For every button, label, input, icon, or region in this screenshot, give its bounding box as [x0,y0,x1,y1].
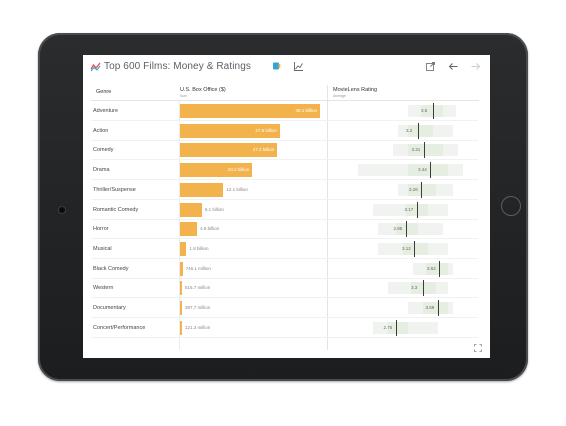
rating-value-label: 3.2 [406,127,413,133]
box-office-value-label: 27.2 billion [252,147,275,153]
rating-value-label: 3.31 [411,147,421,153]
rating-value-label: 3.44 [418,167,427,173]
rating-value-label: 2.95 [393,226,403,232]
box-office-value-label: 27.9 billion [255,127,277,133]
box-office-value-label: 746.1 million [185,265,211,271]
rating-value-label: 3.17 [404,206,414,212]
row-divider [91,336,478,338]
rating-column-header[interactable]: MovieLens Rating [333,87,377,93]
genre-label: Thriller/Suspense [93,186,136,193]
title-bar: Top 600 Films: Money & Ratings [83,55,490,81]
rating-average-marker[interactable] [433,103,434,119]
box-office-value-label: 20.2 billion [227,167,250,173]
box-office-value-label: 1.8 billion [189,245,209,251]
rating-value-label: 2.75 [383,324,393,330]
rating-average-marker[interactable] [414,240,415,257]
table-row[interactable]: Romantic Comedy 6.1 billion 3.17 [83,201,490,220]
rating-core-band [408,164,448,177]
sparkline-logo-icon [90,62,101,72]
genre-label: Horror [93,226,109,233]
box-office-bar[interactable] [180,202,202,217]
rating-value-label: 3.12 [402,245,411,251]
rating-value-label: 3.59 [425,305,435,310]
rating-average-marker[interactable] [437,300,439,316]
header-divider [91,100,479,101]
box-office-bar[interactable] [180,261,183,276]
rating-average-marker[interactable] [423,280,424,297]
table-row[interactable]: Drama 20.2 billion 3.44 [83,161,490,181]
box-office-bar[interactable] [180,320,182,335]
box-office-bar[interactable] [180,241,187,256]
genre-label: Drama [93,167,110,174]
rating-average-marker[interactable] [395,319,397,336]
rating-average-marker[interactable] [421,181,422,198]
rating-value-label: 3.26 [409,186,418,192]
rating-average-marker[interactable] [405,221,407,238]
box-office-value-label: 12.1 billion [226,186,248,192]
rating-average-marker[interactable] [418,122,419,139]
box-office-value-label: 397.7 million [185,305,211,310]
forward-arrow-icon[interactable] [470,61,481,72]
table-row[interactable]: Comedy 27.2 billion 3.31 [83,141,490,161]
chart-icon[interactable] [293,61,304,72]
genre-label: Western [93,285,114,292]
box-office-value-label: 4.8 billion [200,226,220,232]
page-title: Top 600 Films: Money & Ratings [104,61,251,72]
box-office-column-header[interactable]: U.S. Box Office ($) [180,87,226,93]
rating-average-marker[interactable] [439,260,440,277]
expand-icon[interactable] [474,344,482,352]
box-office-bar[interactable] [180,222,198,237]
genre-label: Adventure [93,108,119,114]
app-screen: Top 600 Films: Money & Ratings Genre U.S… [83,55,490,358]
rating-value-label: 3.62 [427,265,436,271]
paint-bucket-icon[interactable] [271,61,282,72]
genre-column-header[interactable]: Genre [96,89,111,95]
table-row[interactable]: Concert/Performance 121.3 million 2.75 [83,319,490,338]
table-row[interactable]: Musical 1.8 billion 3.12 [83,240,490,259]
box-office-value-label: 515.7 million [185,285,211,291]
rating-aggregation: Average [333,94,346,98]
table-row[interactable]: Horror 4.8 billion 2.95 [83,220,490,240]
rating-average-marker[interactable] [416,201,418,218]
genre-label: Comedy [93,147,114,154]
genre-label: Concert/Performance [93,324,146,331]
box-office-bar[interactable] [180,281,182,296]
genre-label: Documentary [93,305,126,311]
table-row[interactable]: Black Comedy 746.1 million 3.62 [83,260,490,279]
genre-label: Romantic Comedy [93,206,139,213]
camera [59,207,65,213]
rating-value-label: 3.3 [411,285,418,291]
box-office-value-label: 39.1 billion [295,108,317,113]
rating-value-label: 3.5 [421,108,428,113]
table-row[interactable]: Adventure 39.1 billion 3.5 [83,102,490,121]
box-office-aggregation: Sum [180,94,188,98]
box-office-value-label: 6.1 billion [204,206,224,212]
rating-average-marker[interactable] [423,142,425,159]
back-arrow-icon[interactable] [448,61,459,72]
share-icon[interactable] [425,61,436,72]
genre-label: Musical [93,245,112,252]
box-office-bar[interactable] [180,301,182,315]
table-row[interactable]: Western 515.7 million 3.3 [83,279,490,299]
rating-average-marker[interactable] [430,162,431,179]
box-office-bar[interactable] [180,182,224,197]
table-row[interactable]: Thriller/Suspense 12.1 billion 3.26 [83,181,490,200]
home-button[interactable] [501,196,521,216]
table-row[interactable]: Action 27.9 billion 3.2 [83,122,490,141]
genre-label: Black Comedy [93,265,129,272]
table-row[interactable]: Documentary 397.7 million 3.59 [83,299,490,318]
genre-label: Action [93,127,109,134]
box-office-value-label: 121.3 million [185,324,211,330]
